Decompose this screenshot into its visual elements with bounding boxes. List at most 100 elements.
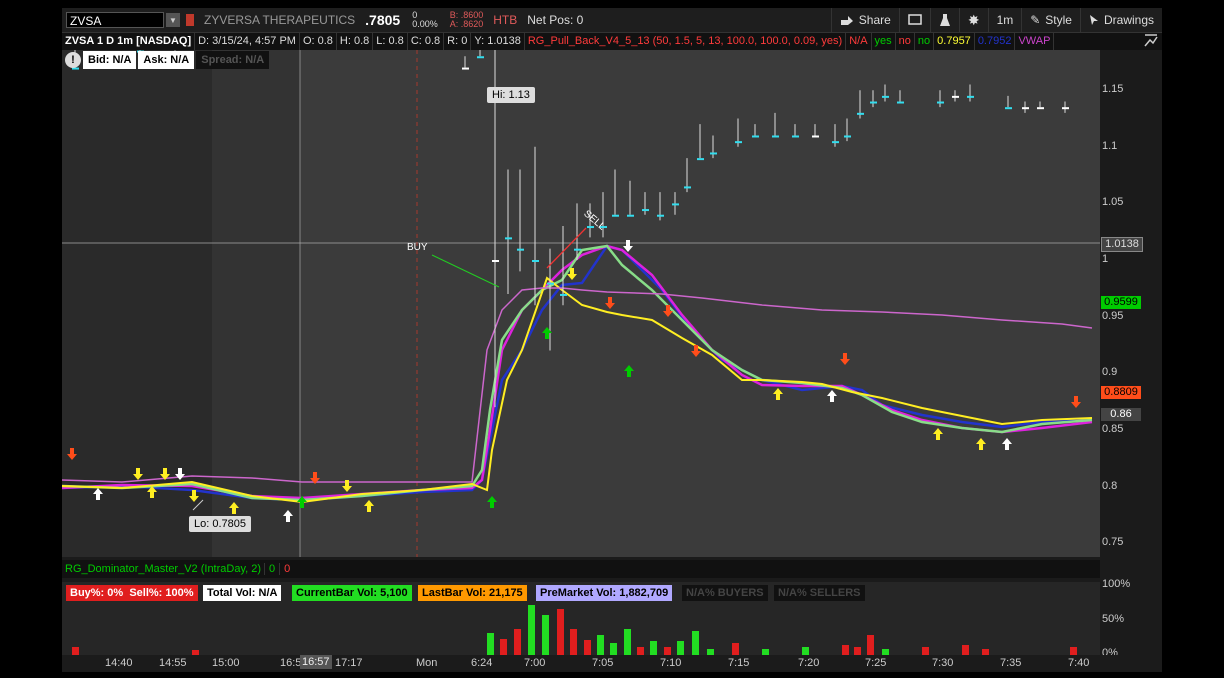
studies-button[interactable] <box>929 8 959 32</box>
candle-body <box>657 214 664 217</box>
volume-bar <box>854 647 861 655</box>
high-label: Hi: 1.13 <box>487 87 535 103</box>
info-icon[interactable]: ! <box>65 52 81 68</box>
current-price-label: 0.86 <box>1101 408 1141 421</box>
volume-bar <box>650 641 657 655</box>
lower-study-header: RG_Dominator_Master_V2 (IntraDay, 2) 0 0 <box>62 560 1100 578</box>
bid-ask-bar: ! Bid: N/A Ask: N/A Spread: N/A <box>62 50 270 70</box>
price-tick: 0.75 <box>1102 536 1124 548</box>
bar-open: O: 0.8 <box>300 33 337 50</box>
price-tick: 1.1 <box>1102 140 1118 152</box>
lower-tick: 50% <box>1102 613 1125 625</box>
candle-body <box>937 101 944 104</box>
price-tick: 1 <box>1102 253 1109 265</box>
monitor-button[interactable] <box>898 8 930 32</box>
candle-body <box>897 101 904 104</box>
sellers-pct: N/A% SELLERS <box>774 585 865 601</box>
buy-leader-line <box>431 254 500 288</box>
sell-leader-line <box>546 227 587 269</box>
symbol-input[interactable]: ZVSA <box>66 12 164 28</box>
style-button[interactable]: ✎ Style <box>1021 8 1080 32</box>
candle-body <box>792 135 799 138</box>
volume-bar <box>867 635 874 655</box>
price-tick: 1.05 <box>1102 196 1124 208</box>
last-price-label: 0.8809 <box>1101 386 1141 399</box>
time-tick: 16:5 <box>280 657 302 669</box>
candle-body <box>952 95 959 98</box>
lower-study-name[interactable]: RG_Dominator_Master_V2 (IntraDay, 2) <box>62 563 264 575</box>
bar-range: R: 0 <box>444 33 472 50</box>
signal-arrow <box>773 388 783 400</box>
signal-arrow <box>1002 438 1012 450</box>
time-tick: 15:00 <box>212 657 240 669</box>
study-name[interactable]: RG_Pull_Back_V4_5_13 (50, 1.5, 5, 13, 10… <box>525 33 847 50</box>
volume-bar <box>637 647 644 655</box>
time-tick: 7:10 <box>660 657 682 669</box>
signal-arrow <box>840 353 850 365</box>
bar-close: C: 0.8 <box>408 33 445 50</box>
price-chart[interactable]: ! Bid: N/A Ask: N/A Spread: N/A Hi: 1.13… <box>62 50 1100 557</box>
candle-body <box>547 282 554 285</box>
candle-body <box>772 135 779 138</box>
volume-bar <box>664 647 671 655</box>
study-value-2: 0.7952 <box>975 33 1016 50</box>
volume-bar <box>500 639 507 655</box>
volume-bar <box>597 635 604 655</box>
candle-body <box>697 158 704 161</box>
drawings-button[interactable]: Drawings <box>1079 8 1162 32</box>
bar-y: Y: 1.0138 <box>471 33 525 50</box>
symbol-dropdown-icon[interactable]: ▼ <box>166 13 180 27</box>
chart-canvas <box>62 50 1100 557</box>
candle-body <box>462 67 469 70</box>
signal-arrow <box>605 297 615 309</box>
settings-button[interactable]: ✸ <box>958 8 988 32</box>
candle-body <box>752 135 759 138</box>
chart-toolbar: ZVSA ▼ ZYVERSA THERAPEUTICS .7805 0 0.00… <box>62 8 1162 33</box>
monitor-icon <box>908 14 922 25</box>
volume-bar <box>802 647 809 655</box>
bar-low: L: 0.8 <box>373 33 408 50</box>
share-button[interactable]: Share <box>830 8 899 32</box>
bid-ask: B: .8600 A: .8620 <box>449 10 484 29</box>
bar-high: H: 0.8 <box>337 33 374 50</box>
price-axis[interactable]: 1.15 1.1 1.05 1 0.95 0.9 0.85 0.8 0.75 1… <box>1100 50 1162 557</box>
candle-body <box>812 135 819 138</box>
time-tick: 7:20 <box>798 657 820 669</box>
price-tick: 0.8 <box>1102 480 1118 492</box>
candle-body <box>574 248 581 251</box>
volume-bar <box>922 647 929 655</box>
candle-body <box>844 135 851 138</box>
alert-icon[interactable] <box>186 14 194 26</box>
signal-arrow <box>624 365 634 377</box>
cursor-icon <box>1089 15 1098 25</box>
study-header: ZVSA 1 D 1m [NASDAQ] D: 3/15/24, 4:57 PM… <box>62 33 1162 50</box>
candle-body <box>684 186 691 189</box>
gear-icon: ✸ <box>967 11 980 28</box>
lower-study-v1: 0 <box>264 563 279 575</box>
volume-panel[interactable]: Buy%: 0% Sell%: 100% Total Vol: N/A Curr… <box>62 582 1100 655</box>
timeframe-button[interactable]: 1m <box>987 8 1022 32</box>
signal-arrow <box>1071 396 1081 408</box>
volume-bar <box>584 640 591 655</box>
candle-body <box>882 95 889 98</box>
vwap-label: VWAP <box>1015 33 1055 50</box>
collapse-icon[interactable] <box>1144 34 1158 48</box>
volume-bar <box>514 629 521 655</box>
lower-tick: 100% <box>1102 578 1131 590</box>
signal-arrow <box>487 496 497 508</box>
volume-bar <box>570 629 577 655</box>
time-tick: 7:05 <box>592 657 614 669</box>
candle-body <box>967 95 974 98</box>
candle-body <box>735 141 742 144</box>
time-tick: 7:35 <box>1000 657 1022 669</box>
time-tick: 7:25 <box>865 657 887 669</box>
time-axis[interactable]: 14:40 14:55 15:00 16:5 16:57 17:17 Mon 6… <box>62 655 1162 672</box>
price-tick: 1.15 <box>1102 83 1124 95</box>
crosshair-time-label: 16:57 <box>300 655 332 669</box>
candle-body <box>1005 107 1012 110</box>
candle-body <box>642 209 649 212</box>
last-price: .7805 <box>365 12 401 28</box>
price-tick: 0.95 <box>1102 310 1124 322</box>
vwap-price-label: 0.9599 <box>1101 296 1141 309</box>
buy-sell-pct: Buy%: 0% Sell%: 100% <box>66 585 198 601</box>
